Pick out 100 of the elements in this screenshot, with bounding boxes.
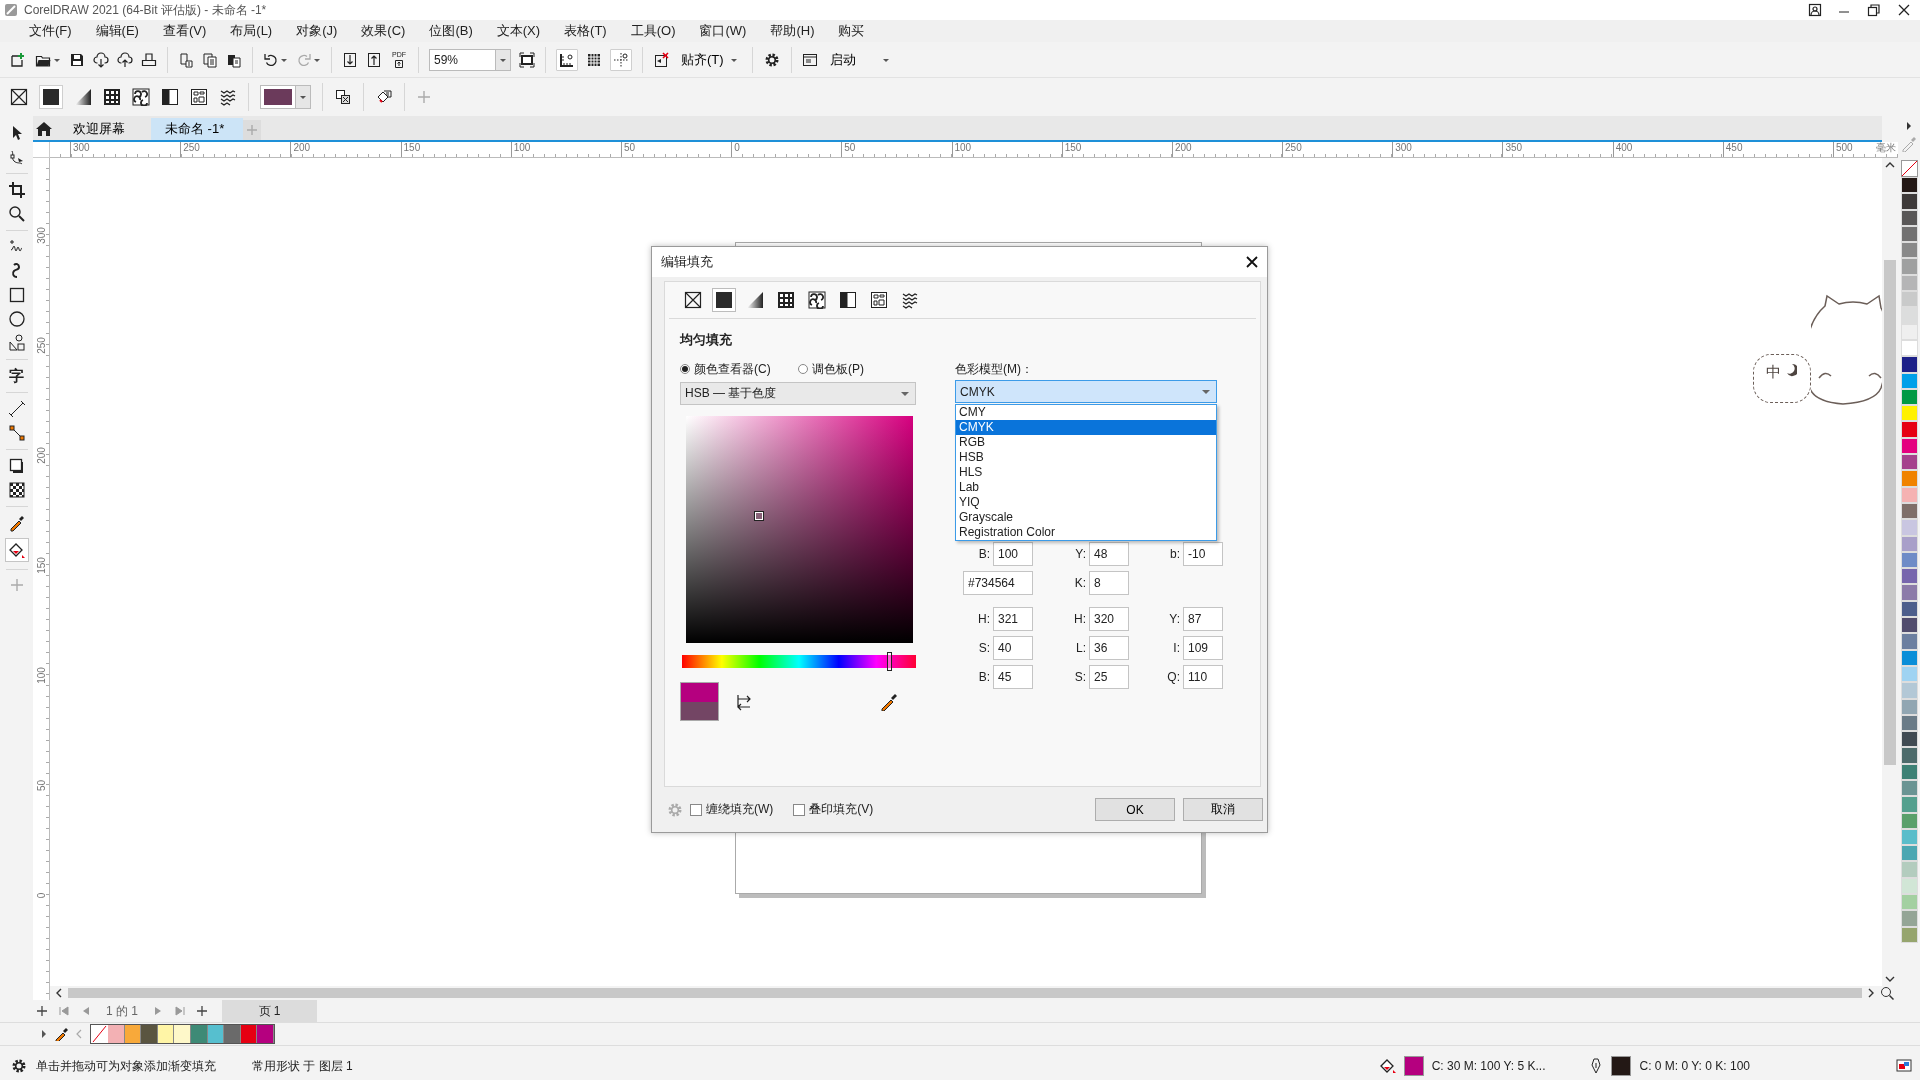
- square-fill-icon[interactable]: [42, 88, 60, 106]
- list-option[interactable]: Grayscale: [956, 510, 1216, 525]
- dialog-button[interactable]: OK: [1095, 798, 1175, 821]
- number-field[interactable]: 45: [993, 665, 1033, 689]
- snap-dropdown[interactable]: 贴齐(T): [677, 47, 742, 72]
- menu-item[interactable]: 文本(X): [484, 20, 553, 42]
- viewer-dropdown[interactable]: HSB — 基于色度: [680, 382, 916, 405]
- full-screen-icon[interactable]: [519, 51, 535, 68]
- home-icon[interactable]: [35, 120, 53, 138]
- text-tool[interactable]: 字: [9, 367, 24, 385]
- restore-icon[interactable]: [1866, 2, 1882, 18]
- color-swatch[interactable]: [108, 1025, 125, 1043]
- hex-field[interactable]: #734564: [963, 571, 1033, 595]
- cloud-download-icon[interactable]: [93, 51, 109, 68]
- list-option[interactable]: HSB: [956, 450, 1216, 465]
- color-swatch[interactable]: [257, 1025, 274, 1043]
- color-marker[interactable]: [755, 512, 763, 520]
- menu-item[interactable]: 购买: [826, 20, 877, 42]
- menu-item[interactable]: 布局(L): [218, 20, 285, 42]
- checkerboard-icon[interactable]: [7, 481, 26, 499]
- color-swatch[interactable]: [174, 1025, 191, 1043]
- grid-icon[interactable]: [586, 51, 602, 68]
- texture-fill-icon[interactable]: [190, 88, 208, 106]
- scrollbar-thumb[interactable]: [68, 988, 1862, 998]
- menu-item[interactable]: 工具(O): [618, 20, 688, 42]
- line-tool-icon[interactable]: [7, 400, 26, 418]
- eyedropper-icon[interactable]: [7, 514, 26, 532]
- launch-dropdown[interactable]: 启动: [825, 47, 894, 72]
- scrollbar-thumb[interactable]: [1884, 259, 1896, 765]
- fill-type-tab[interactable]: [712, 288, 736, 312]
- ruler-icon[interactable]: [559, 51, 575, 68]
- paste-icon[interactable]: [178, 51, 194, 68]
- chevron-right-icon[interactable]: [1866, 987, 1876, 999]
- fill-color-picker[interactable]: [260, 85, 311, 109]
- list-option[interactable]: Lab: [956, 480, 1216, 495]
- paint-bucket-icon[interactable]: [7, 541, 26, 559]
- chevron-down-icon[interactable]: [1884, 974, 1896, 984]
- checkbox[interactable]: 叠印填充(V): [793, 801, 874, 818]
- zoom-field[interactable]: 59%: [429, 48, 511, 71]
- shapes-icon[interactable]: [7, 334, 26, 352]
- swap-icon[interactable]: [735, 692, 753, 711]
- zoom-icon[interactable]: [7, 205, 26, 223]
- color-model-dropdown[interactable]: CMYK: [955, 380, 1217, 403]
- last-page-icon[interactable]: [174, 1005, 186, 1017]
- color-swatch[interactable]: [141, 1025, 158, 1043]
- import-icon[interactable]: [342, 51, 358, 68]
- wave-pattern-icon[interactable]: [219, 88, 237, 106]
- drop-shadow-icon[interactable]: [7, 457, 26, 475]
- no-fill-icon[interactable]: [10, 88, 28, 106]
- input-method-bar[interactable]: 中: [1753, 354, 1811, 403]
- document-tab[interactable]: 欢迎屏幕: [59, 118, 151, 140]
- list-option[interactable]: CMYK: [956, 420, 1216, 435]
- number-field[interactable]: 320: [1089, 607, 1129, 631]
- number-field[interactable]: -10: [1183, 542, 1223, 566]
- list-option[interactable]: CMY: [956, 405, 1216, 420]
- input-mode-label[interactable]: 中: [1766, 363, 1781, 381]
- color-swatch[interactable]: [224, 1025, 241, 1043]
- no-color-swatch[interactable]: [91, 1025, 108, 1043]
- save-icon[interactable]: [69, 51, 85, 68]
- color-field[interactable]: [686, 416, 913, 643]
- guidelines-icon[interactable]: [613, 51, 629, 68]
- list-option[interactable]: YIQ: [956, 495, 1216, 510]
- number-field[interactable]: 110: [1183, 665, 1223, 689]
- list-option[interactable]: HLS: [956, 465, 1216, 480]
- menu-item[interactable]: 窗口(W): [687, 20, 759, 42]
- eyedropper-icon[interactable]: [880, 692, 898, 711]
- list-option[interactable]: RGB: [956, 435, 1216, 450]
- ellipse-icon[interactable]: [7, 310, 26, 328]
- number-field[interactable]: 321: [993, 607, 1033, 631]
- copy-icon[interactable]: [202, 51, 218, 68]
- number-field[interactable]: 87: [1183, 607, 1223, 631]
- slider-thumb[interactable]: [887, 652, 893, 671]
- add-page-icon[interactable]: [36, 1005, 48, 1017]
- gradient-fill-icon[interactable]: [74, 88, 92, 106]
- number-field[interactable]: 48: [1089, 542, 1129, 566]
- snap-off-icon[interactable]: [653, 51, 669, 68]
- first-page-icon[interactable]: [58, 1005, 70, 1017]
- dialog-button[interactable]: 取消: [1183, 798, 1263, 821]
- caret-icon[interactable]: [901, 389, 909, 398]
- menu-item[interactable]: 位图(B): [417, 20, 485, 42]
- color-settings-icon[interactable]: [1896, 1058, 1912, 1074]
- caret-icon[interactable]: [299, 93, 307, 101]
- cloud-upload-icon[interactable]: [117, 51, 133, 68]
- document-tab[interactable]: 未命名 -1*: [151, 118, 243, 140]
- menu-item[interactable]: 文件(F): [17, 20, 84, 42]
- close-icon[interactable]: [1245, 255, 1259, 269]
- menu-item[interactable]: 帮助(H): [758, 20, 827, 42]
- account-icon[interactable]: [1808, 3, 1822, 17]
- pattern-fill-icon[interactable]: [103, 88, 121, 106]
- new-document-icon[interactable]: [8, 51, 26, 68]
- number-field[interactable]: 8: [1089, 571, 1129, 595]
- export-icon[interactable]: [366, 51, 382, 68]
- half-fill-icon[interactable]: [161, 88, 179, 106]
- menu-item[interactable]: 查看(V): [150, 20, 219, 42]
- rectangle-icon[interactable]: [7, 286, 26, 304]
- menu-item[interactable]: 表格(T): [552, 20, 619, 42]
- zoom-icon[interactable]: [1880, 986, 1894, 1000]
- chevron-up-icon[interactable]: [1884, 160, 1896, 170]
- print-icon[interactable]: [141, 51, 157, 68]
- settings-icon[interactable]: [10, 1057, 28, 1075]
